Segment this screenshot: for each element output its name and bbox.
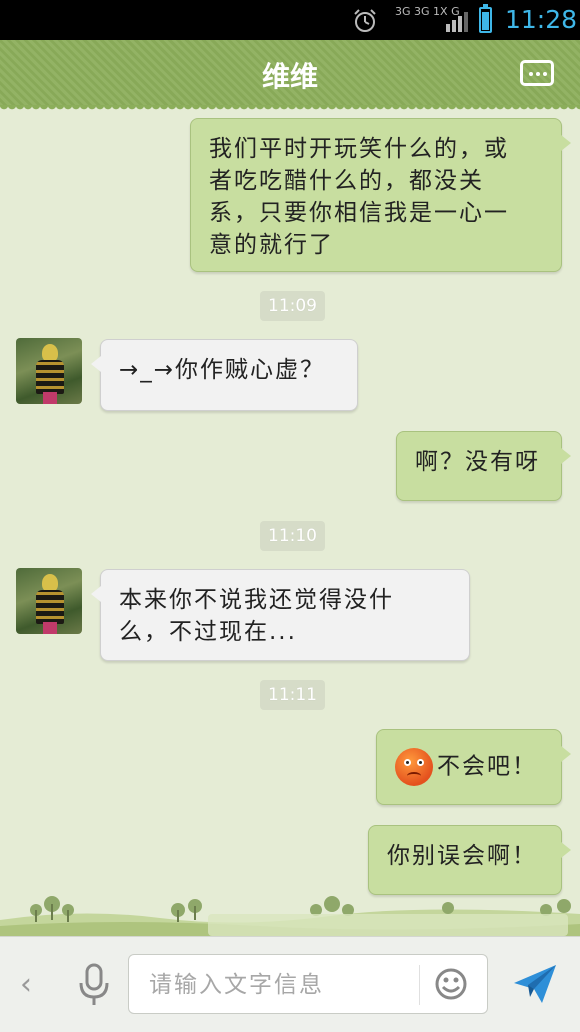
timestamp-chip: 11:11 (260, 680, 325, 710)
message-line: 么，不过现在... (119, 619, 297, 645)
outgoing-message-bubble[interactable]: 我们平时开玩笑什么的，或 者吃吃醋什么的，都没关 系，只要你相信我是一心一 意的… (190, 118, 571, 272)
message-list[interactable]: 我们平时开玩笑什么的，或 者吃吃醋什么的，都没关 系，只要你相信我是一心一 意的… (0, 106, 580, 936)
timestamp-chip: 11:10 (260, 521, 325, 551)
outgoing-message-bubble[interactable]: 啊？没有呀 (396, 431, 571, 501)
input-divider (419, 965, 420, 1005)
timestamp-chip: 11:09 (260, 291, 325, 321)
alarm-clock-icon (354, 9, 376, 32)
message-line: 你别误会啊！ (387, 843, 537, 869)
contact-name-title: 维维 (261, 60, 318, 93)
message-input-bar: ‹ (0, 936, 580, 1032)
microphone-icon[interactable] (76, 963, 112, 1007)
message-line: 我们平时开玩笑什么的，或 (209, 136, 509, 162)
message-line: 系，只要你相信我是一心一 (209, 200, 509, 226)
message-line: →_→你作贼心虚？ (119, 357, 326, 383)
status-bar: 3G 3G 1X G 11:28 (0, 0, 580, 40)
incoming-message-bubble[interactable]: →_→你作贼心虚？ (91, 339, 358, 411)
chat-header: 维维 (0, 40, 580, 112)
battery-icon (479, 4, 492, 33)
outgoing-message-bubble[interactable]: 你别误会啊！ (368, 825, 571, 895)
send-plane-icon[interactable] (512, 963, 558, 1005)
contact-avatar[interactable] (16, 338, 82, 404)
smiley-icon[interactable] (434, 967, 468, 1001)
message-line: 不会吧！ (437, 753, 537, 780)
message-input[interactable] (147, 967, 421, 1003)
message-line: 意的就行了 (209, 232, 334, 258)
back-chevron-icon[interactable]: ‹ (20, 967, 44, 1003)
message-line: 本来你不说我还觉得没什 (119, 587, 394, 613)
contact-avatar[interactable] (16, 568, 82, 634)
incoming-message-bubble[interactable]: 本来你不说我还觉得没什 么，不过现在... (91, 569, 470, 661)
status-time: 11:28 (505, 5, 578, 34)
worried-face-emoji (395, 748, 433, 786)
more-dots-icon[interactable] (520, 60, 554, 86)
signal-strength-icon (446, 12, 468, 32)
message-text-field[interactable] (128, 954, 488, 1014)
message-line: 者吃吃醋什么的，都没关 (209, 168, 484, 194)
landscape-decoration (0, 896, 580, 936)
message-line: 啊？没有呀 (415, 449, 540, 475)
outgoing-message-bubble[interactable]: 不会吧！ (376, 729, 571, 805)
